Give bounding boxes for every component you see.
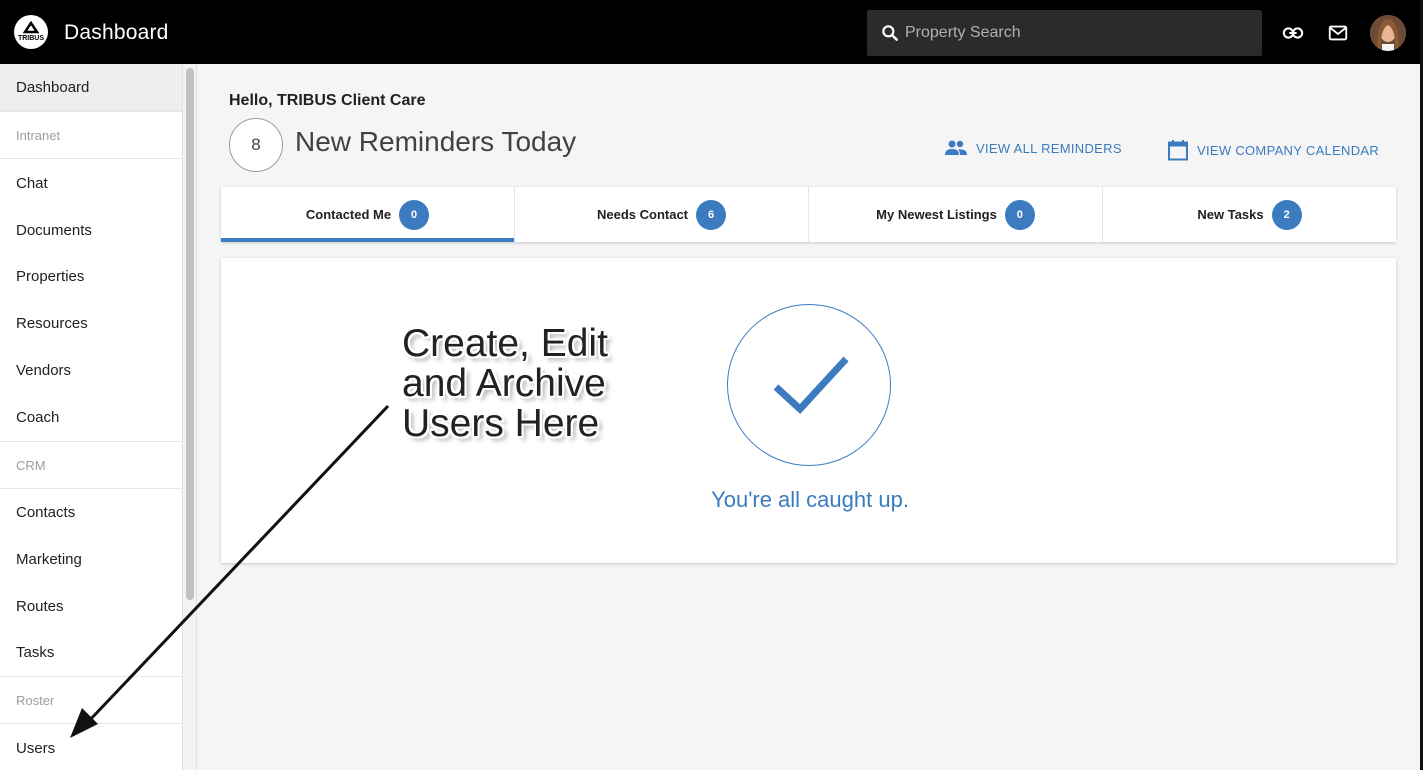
mail-icon[interactable] <box>1327 22 1349 44</box>
greeting-text: Hello, TRIBUS Client Care <box>229 92 426 109</box>
sidebar-item-dashboard[interactable]: Dashboard <box>0 64 182 111</box>
sidebar-scrollbar-thumb[interactable] <box>186 68 194 600</box>
logo-text: TRIBUS <box>17 35 45 42</box>
logo-triangle-icon <box>22 20 40 34</box>
page: TRIBUS Dashboard Property Search Dashboa… <box>0 0 1423 770</box>
link-icon[interactable] <box>1282 22 1304 44</box>
app-title: Dashboard <box>64 21 169 44</box>
search-icon <box>882 25 898 41</box>
people-icon <box>945 140 967 155</box>
annotation-line: Users Here <box>402 402 600 445</box>
tab-my-newest-listings[interactable]: My Newest Listings 0 <box>809 187 1103 242</box>
tab-new-tasks[interactable]: New Tasks 2 <box>1103 187 1396 242</box>
tribus-logo[interactable]: TRIBUS <box>14 15 48 49</box>
sidebar-item-vendors[interactable]: Vendors <box>0 347 182 394</box>
tab-label: New Tasks <box>1197 207 1264 222</box>
annotation-callout: Create, Edit and Archive Users Here <box>402 324 608 444</box>
reminders-title: New Reminders Today <box>295 126 577 157</box>
tab-count-badge: 2 <box>1271 199 1302 230</box>
reminder-count-badge: 8 <box>229 118 283 172</box>
view-company-calendar-label: VIEW COMPANY CALENDAR <box>1197 142 1380 158</box>
sidebar-item-users[interactable]: Users <box>0 725 182 770</box>
sidebar: Dashboard Intranet Chat Documents Proper… <box>0 64 183 770</box>
sidebar-item-contacts[interactable]: Contacts <box>0 489 182 536</box>
tab-label: My Newest Listings <box>876 207 997 222</box>
tab-contacted-me[interactable]: Contacted Me 0 <box>221 187 515 242</box>
annotation-line: and Archive <box>402 362 606 405</box>
sidebar-header-intranet: Intranet <box>0 111 182 159</box>
sidebar-item-marketing[interactable]: Marketing <box>0 536 182 583</box>
view-all-reminders-label: VIEW ALL REMINDERS <box>976 140 1122 156</box>
tab-count-badge: 0 <box>399 199 430 230</box>
annotation-line: Create, Edit <box>402 322 608 365</box>
sidebar-header-crm: CRM <box>0 441 182 489</box>
tab-label: Contacted Me <box>305 207 392 222</box>
property-search-input[interactable] <box>905 10 1255 56</box>
reminder-tabs: Contacted Me 0 Needs Contact 6 My Newest… <box>221 187 1396 242</box>
top-bar: TRIBUS Dashboard <box>0 0 1423 64</box>
avatar-image-icon <box>1370 15 1406 51</box>
tab-count-badge: 6 <box>696 199 727 230</box>
empty-state-message: You're all caught up. <box>711 487 909 512</box>
checkmark-icon <box>773 356 849 414</box>
sidebar-item-chat[interactable]: Chat <box>0 160 182 207</box>
tab-label: Needs Contact <box>596 207 689 222</box>
sidebar-item-properties[interactable]: Properties <box>0 253 182 300</box>
sidebar-item-resources[interactable]: Resources <box>0 300 182 347</box>
view-company-calendar-link[interactable]: VIEW COMPANY CALENDAR <box>1167 139 1379 161</box>
sidebar-item-documents[interactable]: Documents <box>0 207 182 254</box>
view-all-reminders-link[interactable]: VIEW ALL REMINDERS <box>944 139 1122 157</box>
sidebar-item-routes[interactable]: Routes <box>0 583 182 630</box>
empty-state-card: You're all caught up. <box>221 258 1396 563</box>
user-avatar[interactable] <box>1370 15 1406 51</box>
sidebar-header-roster: Roster <box>0 676 182 724</box>
tab-needs-contact[interactable]: Needs Contact 6 <box>515 187 809 242</box>
empty-state-circle <box>727 304 891 466</box>
sidebar-item-coach[interactable]: Coach <box>0 394 182 441</box>
sidebar-item-tasks[interactable]: Tasks <box>0 629 182 676</box>
property-search-box[interactable] <box>867 10 1262 56</box>
tab-count-badge: 0 <box>1004 199 1035 230</box>
calendar-icon <box>1168 140 1188 161</box>
